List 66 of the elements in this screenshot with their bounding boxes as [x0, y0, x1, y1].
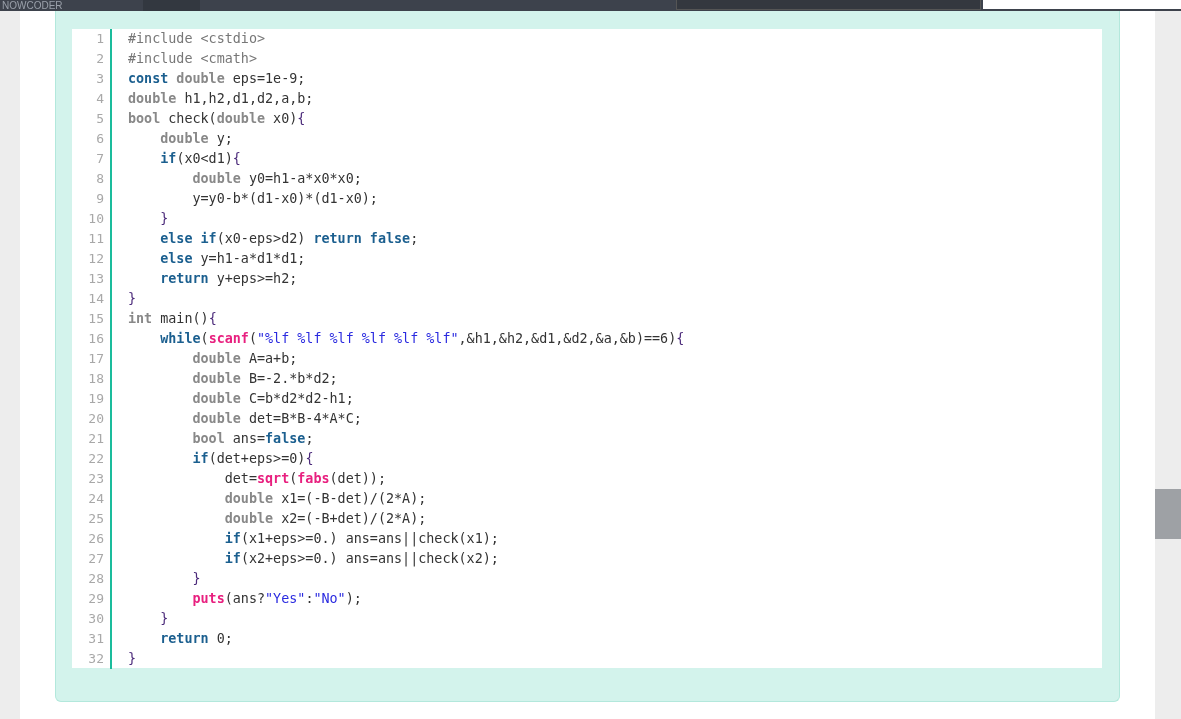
code-line: #include <cmath>	[127, 50, 257, 68]
code-line: }	[159, 610, 169, 628]
code-line: else y=h1-a*d1*d1;	[159, 250, 306, 268]
line-number: 14	[72, 289, 112, 309]
line-number: 21	[72, 429, 112, 449]
line-number: 32	[72, 649, 112, 669]
line-number: 31	[72, 629, 112, 649]
code-line: y=y0-b*(d1-x0)*(d1-x0);	[191, 190, 378, 208]
line-number: 24	[72, 489, 112, 509]
line-number: 22	[72, 449, 112, 469]
line-number: 28	[72, 569, 112, 589]
line-number: 9	[72, 189, 112, 209]
code-line: double B=-2.*b*d2;	[191, 370, 338, 388]
scrollbar-thumb[interactable]	[1155, 489, 1181, 539]
line-number: 16	[72, 329, 112, 349]
code-line: while(scanf("%lf %lf %lf %lf %lf %lf",&h1,&h2,&d1,&d2,&a,&b)==6){	[159, 330, 685, 348]
code-line: double h1,h2,d1,d2,a,b;	[127, 90, 314, 108]
code-line: if(x2+eps>=0.) ans=ans||check(x2);	[223, 550, 499, 569]
line-number: 12	[72, 249, 112, 269]
line-number: 27	[72, 549, 112, 569]
line-number: 17	[72, 349, 112, 369]
code-line: double x2=(-B+det)/(2*A);	[223, 510, 427, 528]
code-line: return 0;	[159, 630, 233, 648]
line-number: 26	[72, 529, 112, 549]
code-line: puts(ans?"Yes":"No");	[191, 590, 362, 608]
code-line: }	[159, 210, 169, 228]
line-number: 15	[72, 309, 112, 329]
line-number: 1	[72, 29, 112, 49]
code-line: return y+eps>=h2;	[159, 270, 298, 288]
line-number: 11	[72, 229, 112, 249]
line-number: 7	[72, 149, 112, 169]
line-number: 6	[72, 129, 112, 149]
code-line: if(x1+eps>=0.) ans=ans||check(x1);	[223, 530, 499, 549]
line-number: 19	[72, 389, 112, 409]
code-line: else if(x0-eps>d2) return false;	[159, 230, 419, 248]
line-number: 5	[72, 109, 112, 129]
code-line: }	[127, 290, 137, 308]
line-number: 25	[72, 509, 112, 529]
code-line: #include <cstdio>	[127, 30, 266, 48]
code-line: if(det+eps>=0){	[191, 450, 314, 468]
code-line: double x1=(-B-det)/(2*A);	[223, 490, 427, 508]
code-line: const double eps=1e-9;	[127, 70, 306, 88]
line-number: 18	[72, 369, 112, 389]
line-number: 23	[72, 469, 112, 489]
line-number: 2	[72, 49, 112, 69]
code-line: double y;	[159, 130, 233, 148]
line-number: 10	[72, 209, 112, 229]
line-number: 4	[72, 89, 112, 109]
code-line: double det=B*B-4*A*C;	[191, 410, 362, 428]
code-line: if(x0<d1){	[159, 150, 241, 168]
line-number: 20	[72, 409, 112, 429]
code-line: bool check(double x0){	[127, 110, 306, 128]
site-logo[interactable]: NOWCODER	[2, 1, 63, 11]
code-line: bool ans=false;	[191, 430, 314, 448]
code-line: double y0=h1-a*x0*x0;	[191, 170, 362, 188]
code-line: int main(){	[127, 310, 217, 328]
code-line: det=sqrt(fabs(det));	[223, 470, 386, 488]
code-line: }	[191, 570, 201, 588]
line-number: 3	[72, 69, 112, 89]
code-line: double A=a+b;	[191, 350, 298, 368]
line-number: 29	[72, 589, 112, 609]
line-number: 30	[72, 609, 112, 629]
line-number: 8	[72, 169, 112, 189]
code-line: }	[127, 650, 137, 668]
line-number: 13	[72, 269, 112, 289]
code-line: double C=b*d2*d2-h1;	[191, 390, 354, 408]
